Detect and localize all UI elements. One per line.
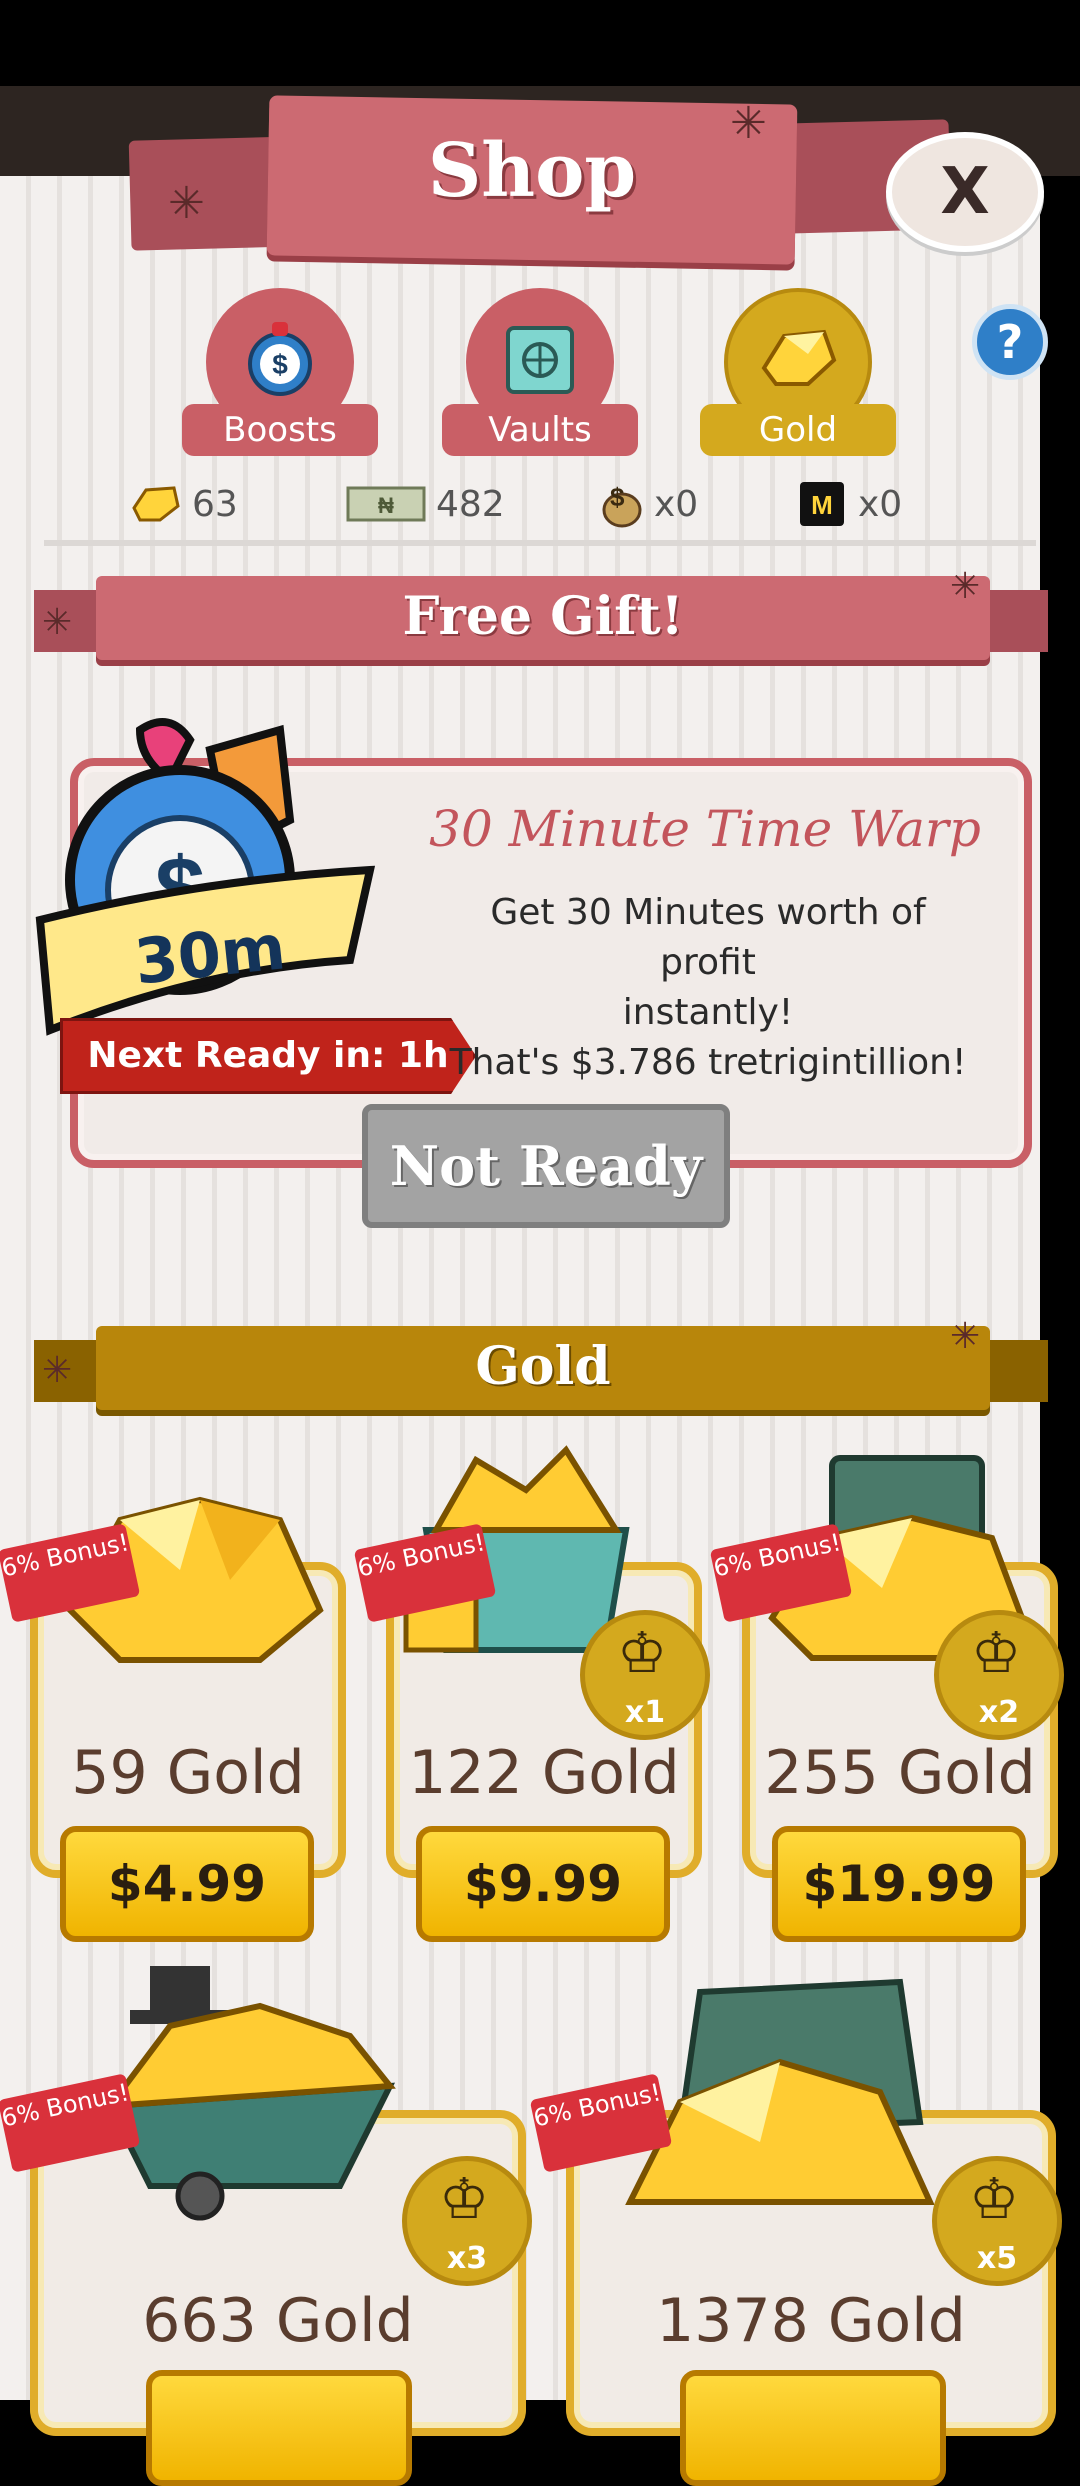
starburst-decoration-icon: ✳ xyxy=(950,1316,981,1357)
close-button[interactable]: X xyxy=(886,132,1044,252)
currency-money-bag: $ x0 xyxy=(592,476,698,532)
page-title: Shop xyxy=(427,128,637,214)
time-warp-title: 30 Minute Time Warp xyxy=(429,800,981,858)
gold-wheelbarrow-icon xyxy=(90,1966,430,2230)
gold-pack-amount: 122 Gold xyxy=(408,1738,680,1808)
svg-text:M: M xyxy=(811,490,833,520)
moneybags-mascot-icon: ♔ xyxy=(617,1621,668,1686)
currency-megabucks: ₦ 482 xyxy=(346,476,505,532)
currency-gold-value: 63 xyxy=(192,483,238,525)
vault-icon xyxy=(496,314,584,402)
not-ready-button[interactable]: Not Ready xyxy=(362,1104,730,1228)
gold-pack-amount: 663 Gold xyxy=(142,2286,414,2356)
help-button[interactable]: ? xyxy=(972,304,1048,380)
multiplier-seal: ♔ x5 xyxy=(932,2156,1062,2286)
svg-text:₦: ₦ xyxy=(378,493,394,518)
gold-pack-amount: 59 Gold xyxy=(71,1738,305,1808)
tab-boosts[interactable]: $ Boosts xyxy=(182,288,378,458)
multiplier-seal: ♔ x1 xyxy=(580,1610,710,1740)
close-icon: X xyxy=(940,155,990,229)
buy-button-122[interactable]: $9.99 xyxy=(416,1826,670,1942)
tab-vaults[interactable]: Vaults xyxy=(442,288,638,458)
currency-gold: 63 xyxy=(130,476,238,532)
gold-icon xyxy=(130,482,182,526)
currency-money-bag-value: x0 xyxy=(654,483,699,525)
moneybags-mascot-icon: ♔ xyxy=(439,2167,490,2232)
megabucks-icon: ₦ xyxy=(346,482,426,526)
currency-megabucks-value: 482 xyxy=(436,483,505,525)
free-gift-title: Free Gift! xyxy=(402,586,684,647)
moneybags-mascot-icon: ♔ xyxy=(969,2167,1020,2232)
multiplier-seal: ♔ x2 xyxy=(934,1610,1064,1740)
buy-button-1378[interactable] xyxy=(680,2370,946,2486)
svg-text:$: $ xyxy=(610,482,625,512)
divider xyxy=(44,540,1036,546)
tab-boosts-label: Boosts xyxy=(182,404,378,456)
angel-token-icon: M xyxy=(796,482,848,526)
currency-angel-token: M x0 xyxy=(796,476,902,532)
buy-button-255[interactable]: $19.99 xyxy=(772,1826,1026,1942)
svg-text:$: $ xyxy=(272,349,288,380)
multiplier-seal: ♔ x3 xyxy=(402,2156,532,2286)
gold-nugget-icon xyxy=(754,314,842,402)
question-icon: ? xyxy=(996,315,1024,369)
time-warp-description: Get 30 Minutes worth of profit instantly… xyxy=(449,892,967,1083)
gold-mine-cart-icon xyxy=(620,1972,940,2226)
buy-button-663[interactable] xyxy=(146,2370,412,2486)
starburst-decoration-icon: ✳ xyxy=(730,98,767,149)
gold-pack-amount: 255 Gold xyxy=(764,1738,1036,1808)
moneybags-mascot-icon: ♔ xyxy=(971,1621,1022,1686)
currency-angel-token-value: x0 xyxy=(858,483,903,525)
tab-vaults-label: Vaults xyxy=(442,404,638,456)
next-ready-timer: Next Ready in: 1h 59m xyxy=(60,1018,476,1094)
gold-section-title: Gold xyxy=(475,1336,611,1397)
status-bar xyxy=(0,0,1080,86)
tab-gold[interactable]: Gold xyxy=(700,288,896,458)
starburst-decoration-icon: ✳ xyxy=(42,602,73,643)
stopwatch-icon: $ xyxy=(236,314,324,402)
tab-gold-label: Gold xyxy=(700,404,896,456)
starburst-decoration-icon: ✳ xyxy=(950,566,981,607)
starburst-decoration-icon: ✳ xyxy=(42,1350,73,1391)
starburst-decoration-icon: ✳ xyxy=(168,178,205,229)
gold-pack-amount: 1378 Gold xyxy=(656,2286,966,2356)
money-bag-icon: $ xyxy=(592,482,644,528)
buy-button-59[interactable]: $4.99 xyxy=(60,1826,314,1942)
